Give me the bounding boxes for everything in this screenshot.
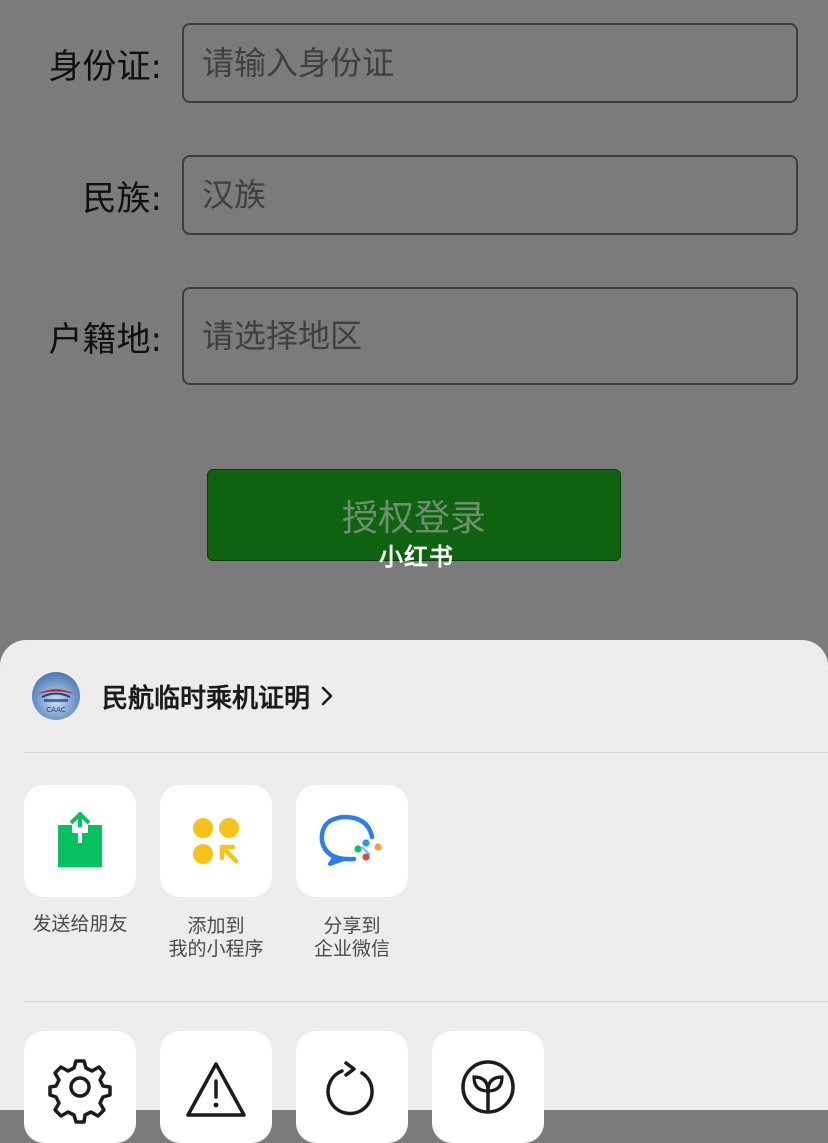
xiaohongshu-watermark: 小红书: [379, 543, 454, 571]
add-to-my-mini-programs-label: 添加到 我的小程序: [168, 915, 264, 960]
hukou-region-select[interactable]: [182, 287, 798, 385]
complain-button[interactable]: [160, 1031, 272, 1143]
caac-logo-text: CAAC: [46, 706, 66, 714]
sheet-divider-middle: [24, 1001, 828, 1002]
care-mode-button[interactable]: [432, 1031, 544, 1143]
hukou-row: 户籍地:: [0, 287, 828, 385]
mini-program-header[interactable]: CAAC 民航临时乘机证明: [32, 672, 334, 720]
chevron-right-icon: [321, 686, 333, 706]
reload-icon: [326, 1061, 374, 1116]
send-to-friend-button[interactable]: [24, 785, 136, 897]
share-to-wecom-button[interactable]: [296, 785, 408, 897]
add-mini-program-icon: [193, 818, 239, 864]
add-to-my-mini-programs-button[interactable]: [160, 785, 272, 897]
sprout-leaf-icon: [461, 1060, 515, 1114]
settings-gear-icon: [48, 1059, 112, 1124]
hukou-label: 户籍地:: [48, 319, 162, 360]
ethnicity-row: 民族:: [0, 155, 828, 235]
id-card-label: 身份证:: [48, 46, 162, 87]
id-card-row: 身份证:: [0, 23, 828, 103]
settings-button[interactable]: [24, 1031, 136, 1143]
id-card-input[interactable]: [182, 23, 798, 103]
wecom-icon: [319, 814, 382, 866]
reload-button[interactable]: [296, 1031, 408, 1143]
share-action-sheet: CAAC 民航临时乘机证明 发送给朋友 添加到 我的小程序 分享到 企业微信: [0, 640, 828, 1143]
send-to-friend-label: 发送给朋友: [32, 913, 128, 935]
share-upload-icon: [58, 812, 102, 867]
caac-logo-icon: CAAC: [32, 672, 80, 720]
ethnicity-input[interactable]: [182, 155, 798, 235]
warning-complain-icon: [186, 1062, 246, 1117]
ethnicity-label: 民族:: [82, 178, 162, 219]
sheet-divider-top: [24, 752, 828, 753]
share-to-wecom-label: 分享到 企业微信: [313, 915, 390, 960]
mini-program-name: 民航临时乘机证明: [102, 683, 311, 714]
